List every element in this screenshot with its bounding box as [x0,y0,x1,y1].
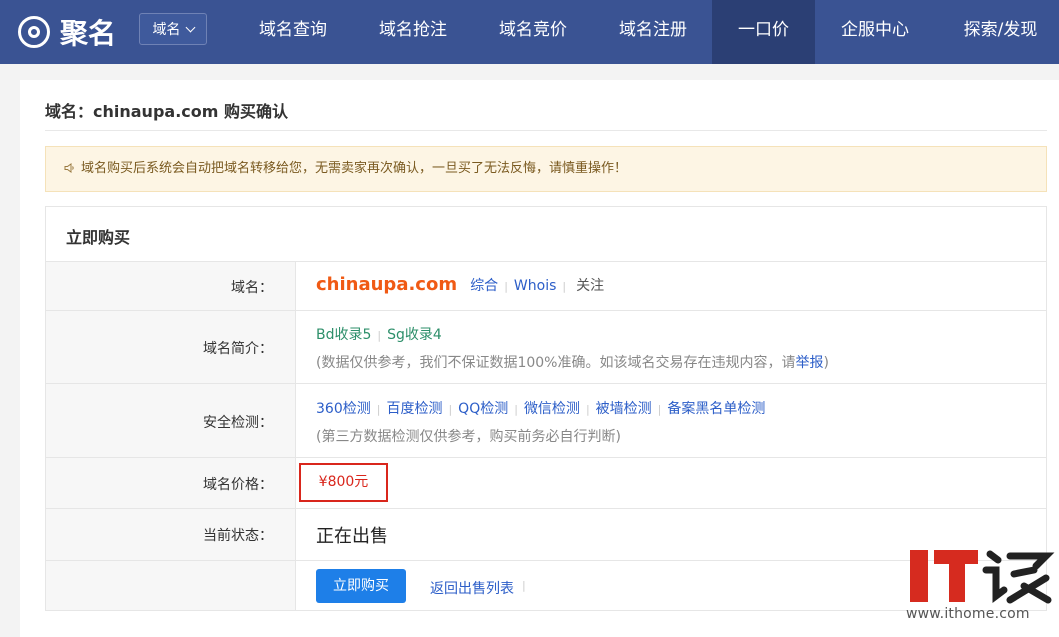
security-note: (第三方数据检测仅供参考，购买前务必自行判断) [316,429,621,445]
link-overview[interactable]: 综合 [470,278,498,294]
row-security-check: 安全检测： 360检测 | 百度检测 | QQ检测 | 微信检测 | 被墙检测 | 备案黑名单检测 … [46,384,1046,458]
domain-label: 域名： [231,280,273,296]
logo-text: 聚名 [60,17,117,50]
top-nav: 聚名 域名 域名查询 域名抢注 域名竞价 域名注册 一口价 企服中心 探索/发现 [0,0,1059,64]
price-value: ¥800元 [299,463,388,502]
nav-item-explore[interactable]: 探索/发现 [942,0,1059,64]
intro-note: (数据仅供参考，我们不保证数据100%准确。如该域名交易存在违规内容，请 [316,355,796,371]
purchase-box-header: 立即购买 [46,207,1046,262]
price-label: 域名价格： [203,477,273,493]
ithome-watermark: www.ithome.com [906,540,1056,632]
row-domain: 域名： chinaupa.com 综合 | Whois | 关注 [46,262,1046,311]
purchase-box: 立即购买 域名： chinaupa.com 综合 | Whois | 关注 域名简介： … [45,206,1047,611]
watermark-url: www.ithome.com [906,606,1030,622]
row-price: 域名价格： ¥800元 [46,458,1046,509]
status-label: 当前状态： [203,528,273,544]
nav-item-domain-snapup[interactable]: 域名抢注 [353,0,473,64]
link-follow[interactable]: 关注 [576,278,604,294]
nav-item-domain-auction[interactable]: 域名竞价 [473,0,593,64]
page-title: 域名：chinaupa.com 购买确认 [45,102,288,121]
row-domain-intro: 域名简介： Bd收录5 | Sg收录4 (数据仅供参考，我们不保证数据100%准确。… [46,311,1046,384]
speaker-icon [64,162,74,173]
search-type-label: 域名 [152,22,181,38]
purchase-box-title: 立即购买 [66,228,131,247]
check-qq-link[interactable]: QQ检测 [458,401,508,417]
row-actions: 立即购买 返回出售列表 | [46,561,1046,610]
check-blacklist-link[interactable]: 备案黑名单检测 [667,401,765,417]
back-to-list-link[interactable]: 返回出售列表 [430,578,514,598]
divider [45,130,1047,131]
nav-item-domain-query[interactable]: 域名查询 [233,0,353,64]
chevron-down-icon [185,22,195,32]
check-360-link[interactable]: 360检测 [316,401,371,417]
logo-icon [18,16,50,48]
check-wall-link[interactable]: 被墙检测 [596,401,652,417]
nav-item-fixed-price[interactable]: 一口价 [712,0,815,64]
notice-text: 域名购买后系统会自动把域名转移给您，无需卖家再次确认，一旦买了无法反悔，请慎重操… [81,161,628,176]
link-whois[interactable]: Whois [514,278,556,294]
security-label: 安全检测： [203,415,273,431]
report-link[interactable]: 举报 [796,355,824,371]
domain-name: chinaupa.com [316,274,458,295]
status-value: 正在出售 [316,526,388,547]
notice-banner: 域名购买后系统会自动把域名转移给您，无需卖家再次确认，一旦买了无法反悔，请慎重操… [45,146,1047,192]
logo[interactable]: 聚名 [18,10,116,54]
nav-item-enterprise-center[interactable]: 企服中心 [815,0,935,64]
stat-sogou-index: Sg收录4 [387,327,442,343]
nav-item-domain-register[interactable]: 域名注册 [593,0,713,64]
check-wechat-link[interactable]: 微信检测 [524,401,580,417]
stat-baidu-index: Bd收录5 [316,327,372,343]
buy-now-button[interactable]: 立即购买 [316,569,406,603]
intro-label: 域名简介： [203,341,273,357]
search-type-select[interactable]: 域名 [139,13,207,45]
row-status: 当前状态： 正在出售 [46,509,1046,561]
main-panel: 域名：chinaupa.com 购买确认 域名购买后系统会自动把域名转移给您，无… [20,80,1059,637]
check-baidu-link[interactable]: 百度检测 [386,401,442,417]
